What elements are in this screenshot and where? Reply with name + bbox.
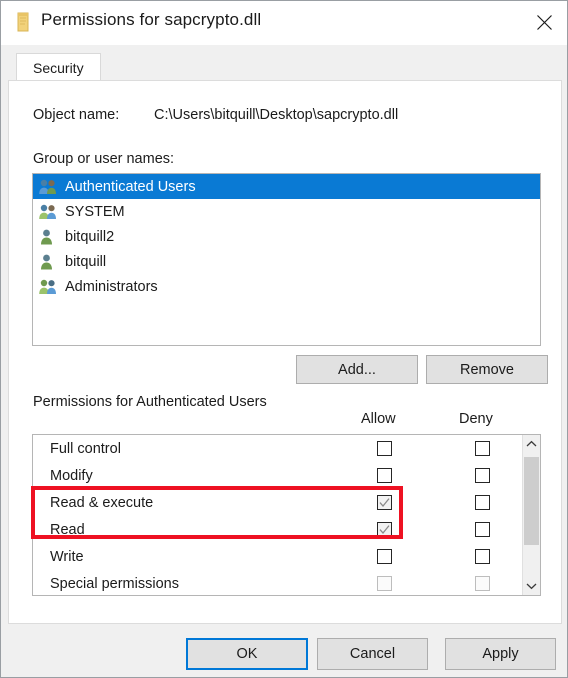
- allow-checkbox[interactable]: [377, 576, 392, 591]
- scrollbar-thumb[interactable]: [524, 457, 539, 545]
- deny-checkbox[interactable]: [475, 522, 490, 537]
- group-icon: [38, 178, 58, 196]
- ok-button[interactable]: OK: [186, 638, 308, 670]
- apply-button-label: Apply: [482, 646, 519, 662]
- list-item-label: Administrators: [65, 278, 158, 295]
- permission-name: Read: [50, 521, 85, 538]
- object-name-value: C:\Users\bitquill\Desktop\sapcrypto.dll: [154, 107, 399, 123]
- chevron-up-icon[interactable]: [523, 435, 540, 453]
- table-row[interactable]: Full control: [33, 435, 522, 462]
- add-button[interactable]: Add...: [296, 355, 418, 384]
- column-header-allow: Allow: [361, 411, 396, 427]
- table-row[interactable]: Write: [33, 543, 522, 570]
- group-icon: [38, 278, 58, 296]
- list-item-label: Authenticated Users: [65, 178, 196, 195]
- chevron-down-icon[interactable]: [523, 577, 540, 595]
- add-button-label: Add...: [338, 361, 376, 378]
- tab-security[interactable]: Security: [16, 53, 101, 81]
- close-icon[interactable]: [521, 1, 567, 44]
- list-item[interactable]: bitquill: [33, 249, 540, 274]
- allow-checkbox[interactable]: [377, 549, 392, 564]
- list-item[interactable]: Administrators: [33, 274, 540, 299]
- column-header-deny: Deny: [459, 411, 493, 427]
- deny-checkbox[interactable]: [475, 549, 490, 564]
- list-item[interactable]: Authenticated Users: [33, 174, 540, 199]
- user-icon: [38, 228, 58, 246]
- deny-checkbox[interactable]: [475, 468, 490, 483]
- ok-button-label: OK: [236, 646, 258, 662]
- table-row[interactable]: Read & execute: [33, 489, 522, 516]
- allow-checkbox[interactable]: [377, 441, 392, 456]
- list-item-label: SYSTEM: [65, 203, 125, 220]
- permissions-dialog: Permissions for sapcrypto.dll Security O…: [0, 0, 568, 678]
- window-title: Permissions for sapcrypto.dll: [41, 10, 262, 29]
- apply-button[interactable]: Apply: [445, 638, 556, 670]
- permissions-list[interactable]: Full control Modify Read & execute Read …: [32, 434, 541, 596]
- list-item-label: bitquill: [65, 253, 107, 270]
- deny-checkbox[interactable]: [475, 441, 490, 456]
- table-row[interactable]: Special permissions: [33, 570, 522, 595]
- title-bar: Permissions for sapcrypto.dll: [1, 1, 567, 45]
- remove-button[interactable]: Remove: [426, 355, 548, 384]
- allow-checkbox[interactable]: [377, 495, 392, 510]
- permission-name: Write: [50, 548, 84, 565]
- permission-name: Modify: [50, 467, 93, 484]
- user-icon: [38, 253, 58, 271]
- security-tab-panel: Object name: C:\Users\bitquill\Desktop\s…: [8, 80, 562, 624]
- cancel-button[interactable]: Cancel: [317, 638, 428, 670]
- tab-strip: Security: [2, 45, 567, 81]
- group-icon: [38, 203, 58, 221]
- cancel-button-label: Cancel: [349, 646, 396, 662]
- allow-checkbox[interactable]: [377, 468, 392, 483]
- permission-name: Special permissions: [50, 575, 179, 592]
- table-row[interactable]: Modify: [33, 462, 522, 489]
- group-or-user-names-label: Group or user names:: [33, 151, 175, 167]
- list-item-label: bitquill2: [65, 228, 115, 245]
- table-row[interactable]: Read: [33, 516, 522, 543]
- permission-name: Full control: [50, 440, 121, 457]
- list-item[interactable]: SYSTEM: [33, 199, 540, 224]
- deny-checkbox[interactable]: [475, 576, 490, 591]
- group-user-list[interactable]: Authenticated Users SYSTEM bitquill2 bit…: [32, 173, 541, 346]
- remove-button-label: Remove: [460, 361, 514, 378]
- permissions-rows: Full control Modify Read & execute Read …: [33, 435, 522, 595]
- allow-checkbox[interactable]: [377, 522, 392, 537]
- permissions-scrollbar[interactable]: [522, 435, 540, 595]
- object-name-label: Object name:: [33, 107, 120, 123]
- permissions-for-label: Permissions for Authenticated Users: [33, 394, 267, 410]
- permission-name: Read & execute: [50, 494, 154, 511]
- file-properties-icon: [15, 12, 31, 32]
- list-item[interactable]: bitquill2: [33, 224, 540, 249]
- deny-checkbox[interactable]: [475, 495, 490, 510]
- tab-security-label: Security: [33, 59, 84, 76]
